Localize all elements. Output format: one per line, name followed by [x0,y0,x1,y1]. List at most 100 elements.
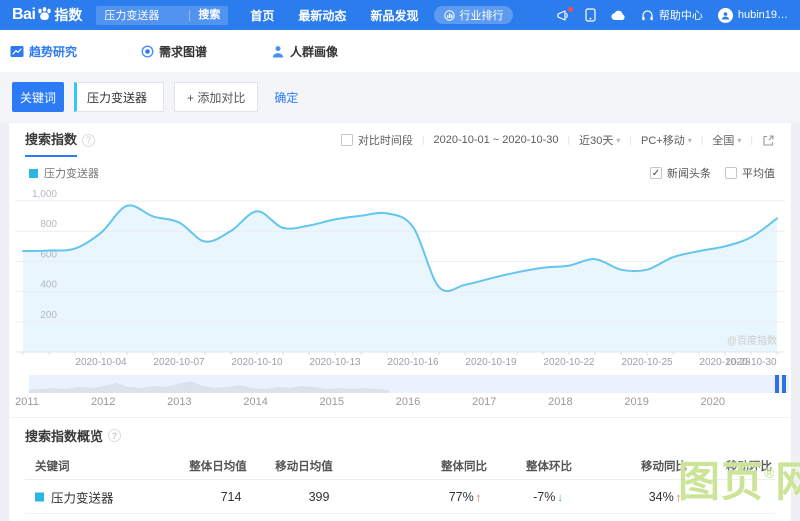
cell-value: -7% ↓ [533,489,563,504]
separator: | [750,134,753,146]
nav-item-news[interactable]: 最新动态 [298,7,346,24]
timeline-year-label: 2016 [395,396,421,408]
y-axis-label: 200 [40,310,57,321]
announcement-icon[interactable] [556,6,573,22]
industry-rank-label: 行业排行 [459,10,504,22]
chart-toggles: 新闻头条 平均值 [650,165,775,181]
timeline-year-label: 2013 [167,396,192,408]
device-value: PC+移动 [641,135,685,147]
cloud-icon[interactable] [611,10,626,21]
baidu-paw-icon [38,6,52,20]
tab-label: 人群画像 [290,44,339,59]
compare-period-checkbox[interactable] [340,134,353,146]
y-axis-label: 800 [40,219,57,230]
column-header: 移动环比 [726,461,772,473]
period-dropdown[interactable]: 近30天 [579,132,620,148]
data-update-note: 数据更新时间：每天12~16时，受数据波动影响，可能会有延迟。 [9,514,791,521]
table-body: 压力变送器 714 399 77% ↑ -7% ↓ 34% ↑ [25,480,775,514]
region-dropdown[interactable]: 全国 [712,132,741,148]
header-right-cluster: 帮助中心 hubin19… [556,6,788,23]
average-toggle[interactable]: 平均值 [725,165,775,181]
timeline-slider-handle[interactable] [775,375,786,393]
keyword-bar: 关键词 压力变送器 + 添加对比 确定 [0,72,800,122]
timeline-band[interactable] [29,375,789,393]
timeline-year-label: 2014 [243,396,268,408]
table-row: 压力变送器 714 399 77% ↑ -7% ↓ 34% ↑ [25,480,775,514]
section-tabs: 趋势研究 需求图谱 人群画像 [0,30,800,72]
tab-label: 需求图谱 [159,44,208,59]
search-index-card: 搜索指数 对比时间段 | 2020-10-01 ~ 2020-10-30 | 近… [8,122,792,521]
timeline-slider: 2011 2012 2013 2014 2015 2016 2017 2018 2019 2020 [15,375,789,411]
table-header: 关键词 整体日均值 移动日均值 整体同比 整体环比 移动同比 移动环比 [25,453,775,480]
chevron-down-icon [737,136,741,145]
separator: | [567,134,571,146]
top-navigation-bar: Bai 指数 压力变送器 搜索 首页 最新动态 新品发现 行业排行 帮助中心 h… [0,0,800,30]
nav-item-home[interactable]: 首页 [250,7,274,24]
x-axis-label: 2020-10-25 [621,357,673,368]
news-headline-label: 新闻头条 [667,168,711,180]
tab-demand-map[interactable]: 需求图谱 [141,43,207,60]
region-value: 全国 [712,135,735,147]
timeline-year-labels: 2011 2012 2013 2014 2015 2016 2017 2018 2019 2020 [15,396,789,411]
overview-title: 搜索指数概览 [25,429,104,444]
header-search-button[interactable]: 搜索 [189,9,228,21]
help-center-link[interactable]: 帮助中心 [641,7,703,23]
column-header: 整体日均值 [189,461,247,473]
down-arrow-icon: ↓ [557,491,563,504]
timeline-year-label: 2017 [471,396,497,408]
x-axis-label: 2020-10-16 [387,357,439,368]
mobile-app-icon[interactable] [585,8,596,22]
avatar [717,7,733,23]
news-headline-checkbox[interactable] [650,167,662,179]
help-icon[interactable] [108,429,122,442]
header-search-box[interactable]: 压力变送器 搜索 [96,5,229,25]
add-compare-button[interactable]: + 添加对比 [174,82,259,112]
trend-chart-icon [10,45,24,57]
x-axis-label: 2020-10-19 [465,357,517,368]
period-value: 近30天 [579,135,614,147]
tab-search-index[interactable]: 搜索指数 [25,123,78,157]
tab-trend-research[interactable]: 趋势研究 [10,43,77,60]
tab-label: 趋势研究 [29,44,78,59]
timeline-year-label: 2011 [15,396,39,408]
keyword-input[interactable]: 压力变送器 [74,82,164,112]
timeline-year-label: 2020 [700,396,726,408]
timeline-overview-chart [29,381,389,393]
cell-value: 714 [220,489,242,504]
x-axis-label: 2020-10-04 [75,357,127,368]
radar-target-icon [141,44,154,58]
device-dropdown[interactable]: PC+移动 [641,132,692,148]
legend-item[interactable]: 压力变送器 [29,165,99,181]
row-keyword[interactable]: 压力变送器 [35,487,114,506]
notification-dot [567,6,573,12]
column-header: 整体环比 [526,461,572,473]
y-axis-label: 1,000 [32,189,57,200]
expand-icon[interactable] [762,134,775,147]
column-header: 整体同比 [441,461,487,473]
username: hubin19… [737,9,788,21]
average-label: 平均值 [742,168,775,180]
search-index-chart[interactable]: 2004006008001,000 [9,185,791,355]
user-account[interactable]: hubin19… [717,7,788,23]
average-checkbox[interactable] [725,167,737,179]
panel-controls: 对比时间段 | 2020-10-01 ~ 2020-10-30 | 近30天 |… [340,132,775,148]
baidu-index-logo[interactable]: Bai 指数 [12,5,82,25]
separator: | [700,134,704,146]
x-axis-label: 2020-10-10 [231,357,283,368]
tab-audience-profile[interactable]: 人群画像 [271,43,338,60]
column-header: 关键词 [35,461,70,473]
chart-area-fill [23,205,777,352]
cell-value: 399 [308,489,330,504]
header-nav: 首页 最新动态 新品发现 [250,7,418,24]
legend-label: 压力变送器 [44,168,99,180]
industry-rank-button[interactable]: 行业排行 [434,6,514,24]
confirm-link[interactable]: 确定 [274,89,298,106]
nav-item-new-products[interactable]: 新品发现 [370,7,418,24]
header-search-input[interactable]: 压力变送器 [104,7,189,23]
compare-period-toggle[interactable]: 对比时间段 [340,132,413,148]
help-icon[interactable] [82,133,96,147]
news-headline-toggle[interactable]: 新闻头条 [650,165,711,181]
keyword-button[interactable]: 关键词 [12,82,64,112]
date-range-picker[interactable]: 2020-10-01 ~ 2020-10-30 [433,134,558,146]
timeline-year-label: 2012 [90,396,116,408]
